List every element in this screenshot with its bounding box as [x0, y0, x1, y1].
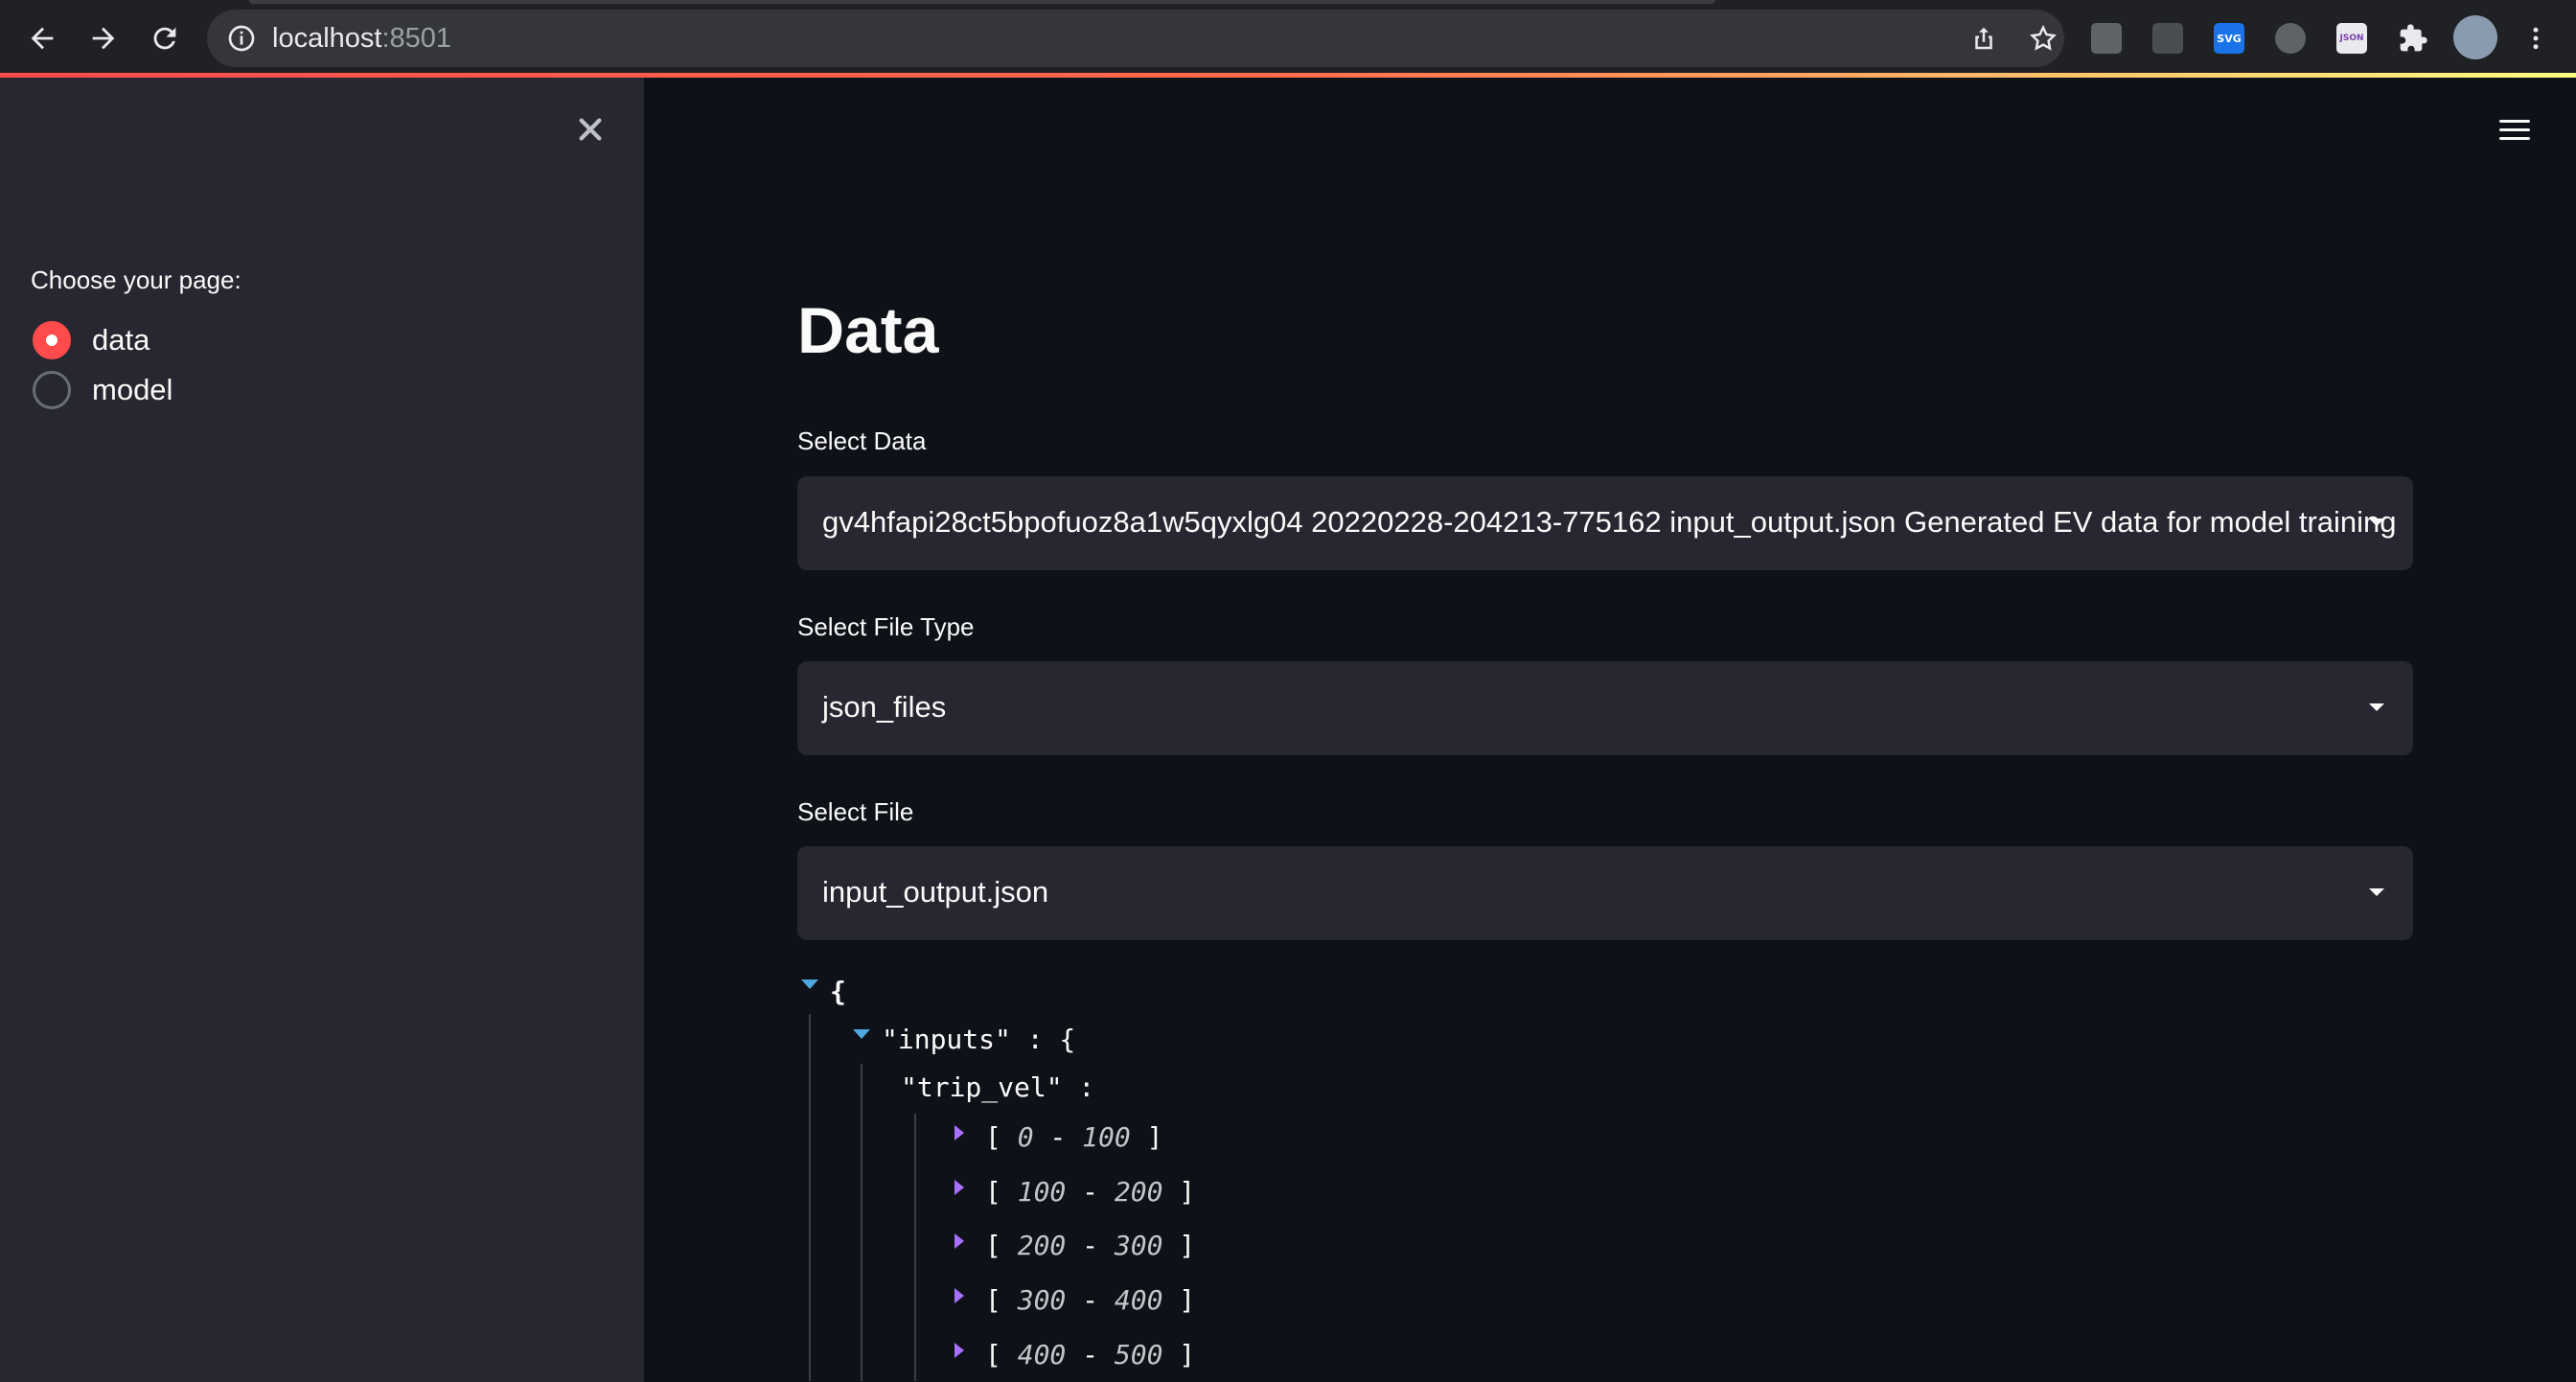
extension-1-icon[interactable] — [2087, 19, 2126, 58]
range-end: 200 — [1114, 1176, 1163, 1208]
sidebar: Choose your page: data model — [0, 78, 644, 1382]
json-array-range[interactable]: [ 200 - 300 ] — [985, 1230, 1195, 1261]
url-text[interactable]: localhost:8501 — [272, 23, 451, 55]
puzzle-icon[interactable] — [2394, 19, 2432, 58]
collapse-toggle-icon[interactable] — [801, 979, 818, 989]
range-start: 100 — [1017, 1176, 1067, 1208]
back-button[interactable] — [17, 13, 67, 63]
url-port: :8501 — [381, 23, 452, 54]
json-open-brace: { — [830, 976, 846, 1007]
radio-button-unchecked[interactable] — [33, 371, 71, 409]
select-file-type-dropdown[interactable]: json_files — [797, 661, 2413, 755]
svg-extension-label: SVG — [2214, 23, 2244, 54]
range-start: 400 — [1017, 1339, 1067, 1370]
radio-option-label: model — [92, 373, 173, 406]
browser-toolbar: localhost:8501 SVG JSON — [0, 0, 2576, 75]
share-icon[interactable] — [1966, 21, 2001, 56]
indent-guide — [861, 1064, 862, 1381]
json-key-trip-vel: "trip_vel" : — [901, 1071, 1095, 1103]
range-end: 100 — [1082, 1121, 1131, 1153]
profile-avatar[interactable] — [2453, 15, 2497, 59]
select-file-type-label: Select File Type — [797, 612, 975, 641]
close-icon — [579, 118, 602, 141]
tab-strip — [0, 0, 2576, 6]
json-extension-icon[interactable]: JSON — [2333, 19, 2371, 58]
expand-toggle-icon[interactable] — [954, 1233, 964, 1249]
radio-option-label: data — [92, 323, 150, 357]
page-radio-label: Choose your page: — [31, 265, 242, 294]
indent-guide — [914, 1114, 916, 1381]
json-array-range[interactable]: [ 100 - 200 ] — [985, 1176, 1195, 1208]
main-menu-button[interactable] — [2496, 114, 2534, 152]
json-extension-label: JSON — [2336, 23, 2367, 54]
arrow-left-icon — [31, 27, 54, 50]
chevron-down-icon — [2369, 703, 2384, 711]
info-icon[interactable] — [226, 23, 257, 54]
forward-button[interactable] — [79, 13, 128, 63]
hamburger-icon — [2499, 120, 2530, 123]
range-start: 200 — [1017, 1230, 1067, 1261]
expand-toggle-icon[interactable] — [954, 1288, 964, 1303]
arrow-right-icon — [92, 27, 115, 50]
expand-toggle-icon[interactable] — [954, 1343, 964, 1358]
extension-2-icon[interactable] — [2149, 19, 2187, 58]
json-viewer: { "inputs" : { "trip_vel" : [ 0 - 100 ] … — [797, 968, 2413, 1381]
bookmark-star-icon[interactable] — [2026, 21, 2060, 56]
select-data-value: gv4hfapi28ct5bpofuoz8a1w5qyxlg04 2022022… — [822, 505, 2397, 539]
radio-option-model[interactable]: model — [33, 369, 172, 411]
range-start: 300 — [1017, 1284, 1067, 1316]
reload-icon — [153, 27, 176, 50]
select-file-dropdown[interactable]: input_output.json — [797, 846, 2413, 940]
expand-toggle-icon[interactable] — [954, 1180, 964, 1195]
range-end: 300 — [1114, 1230, 1163, 1261]
radio-option-data[interactable]: data — [33, 319, 150, 361]
select-data-dropdown[interactable]: gv4hfapi28ct5bpofuoz8a1w5qyxlg04 2022022… — [797, 476, 2413, 570]
chevron-down-icon — [2369, 518, 2384, 526]
reload-button[interactable] — [140, 13, 190, 63]
sidebar-close-button[interactable] — [569, 108, 611, 150]
range-end: 400 — [1114, 1284, 1163, 1316]
json-array-range[interactable]: [ 0 - 100 ] — [985, 1121, 1162, 1153]
extension-4-icon[interactable] — [2271, 19, 2310, 58]
active-tab[interactable] — [249, 0, 1715, 4]
kebab-menu-icon[interactable] — [2517, 19, 2555, 58]
json-array-range[interactable]: [ 400 - 500 ] — [985, 1339, 1195, 1370]
svg-extension-icon[interactable]: SVG — [2210, 19, 2248, 58]
range-end: 500 — [1114, 1339, 1163, 1370]
address-bar[interactable]: localhost:8501 — [207, 10, 2064, 67]
expand-toggle-icon[interactable] — [954, 1125, 964, 1140]
range-start: 0 — [1017, 1121, 1034, 1153]
select-file-label: Select File — [797, 797, 914, 826]
indent-guide — [809, 1014, 811, 1381]
select-data-label: Select Data — [797, 426, 927, 455]
radio-button-checked[interactable] — [33, 321, 71, 359]
page-title: Data — [797, 294, 939, 367]
collapse-toggle-icon[interactable] — [853, 1029, 870, 1039]
select-file-value: input_output.json — [822, 875, 1049, 909]
json-key-inputs: "inputs" : { — [882, 1024, 1076, 1055]
chevron-down-icon — [2369, 888, 2384, 896]
select-file-type-value: json_files — [822, 690, 947, 724]
json-array-range[interactable]: [ 300 - 400 ] — [985, 1284, 1195, 1316]
url-host: localhost — [272, 23, 382, 54]
